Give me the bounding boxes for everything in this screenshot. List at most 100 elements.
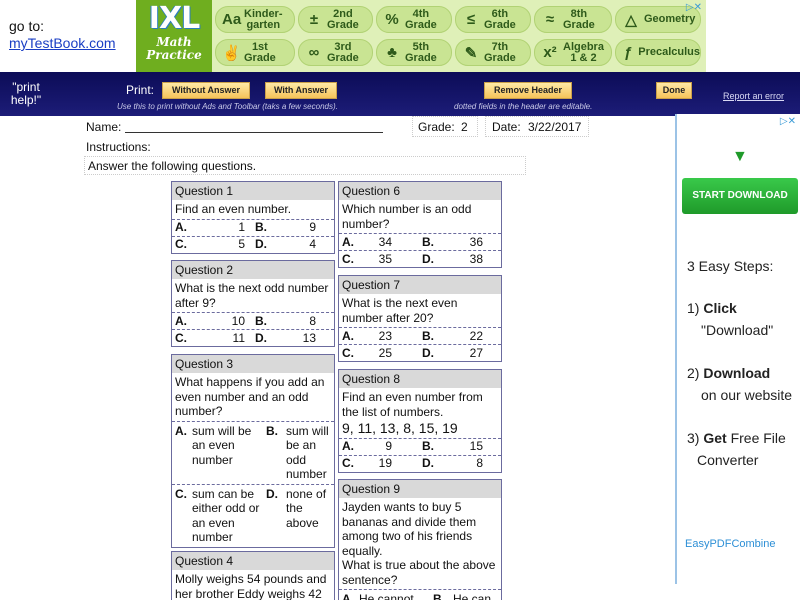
print-with-answer-button[interactable]: With Answer <box>265 82 337 99</box>
option-value: sum will be an odd number <box>286 423 329 482</box>
ixl-grade-label: Algebra 1 & 2 <box>563 40 604 64</box>
answer-row: C. 35 D. 38 <box>339 250 501 267</box>
ixl-grade-button[interactable]: % 4th Grade <box>376 6 452 33</box>
question-4: Question 4 Molly weighs 54 pounds and he… <box>171 551 335 600</box>
option-value: 38 <box>469 251 483 266</box>
option-label: C. <box>175 330 187 345</box>
option-value: 19 <box>378 456 392 471</box>
ixl-grade-icon: ∞ <box>308 44 320 61</box>
print-note: Use this to print without Ads and Toolba… <box>117 102 338 111</box>
ixl-grade-button[interactable]: ✎ 7th Grade <box>455 39 531 66</box>
ixl-grade-button[interactable]: ∞ 3rd Grade <box>298 39 373 66</box>
option-label: B. <box>422 439 434 454</box>
question-text: Find an even number from the list of num… <box>342 390 483 419</box>
step-1: 1) Click "Download" <box>687 297 773 341</box>
done-button[interactable]: Done <box>656 82 692 99</box>
option-label: C. <box>175 237 187 252</box>
remove-header-button[interactable]: Remove Header <box>484 82 572 99</box>
print-without-answer-button[interactable]: Without Answer <box>162 82 250 99</box>
ixl-banner-ad[interactable]: IXL Math Practice Aa Kinder- garten ±2nd G… <box>136 0 706 72</box>
step-detail: on our website <box>701 387 793 403</box>
print-toolbar: "print help!" Print: Without Answer With… <box>0 72 800 116</box>
step-detail: Free File <box>730 430 786 446</box>
ixl-grade-button[interactable]: x² Algebra 1 & 2 <box>534 39 612 66</box>
ixl-grade-icon: ≈ <box>545 11 555 28</box>
option-value: 34 <box>378 234 392 249</box>
start-download-button[interactable]: START DOWNLOAD <box>682 178 798 214</box>
ixl-grade-label: 5th Grade <box>405 40 437 64</box>
answer-row: A. 34 B. 36 <box>339 233 501 250</box>
option-label: D. <box>266 486 278 501</box>
option-label: C. <box>342 456 354 471</box>
ixl-grade-button[interactable]: ♣ 5th Grade <box>376 39 452 66</box>
question-text: Molly weighs 54 pounds and her brother E… <box>175 572 327 600</box>
ixl-grade-button[interactable]: ≤6th Grade <box>455 6 531 33</box>
question-3: Question 3 What happens if you add an ev… <box>171 354 335 548</box>
option-label: D. <box>422 251 434 266</box>
option-label: B. <box>266 423 278 438</box>
option-value: 8 <box>476 456 483 471</box>
option-value: 25 <box>378 345 392 360</box>
question-title: Question 3 <box>172 355 334 373</box>
ixl-grade-button[interactable]: ≈8th Grade <box>534 6 612 33</box>
option-label: C. <box>342 251 354 266</box>
step-action: Get <box>703 430 727 446</box>
option-label: A. <box>175 220 187 235</box>
step-detail-2: Converter <box>697 452 759 468</box>
step-3: 3) Get Free File Converter <box>687 427 786 471</box>
ixl-grade-button[interactable]: Aa Kinder- garten <box>215 6 295 33</box>
ixl-grade-label: 4th Grade <box>405 7 437 31</box>
option-label: A. <box>175 313 187 328</box>
option-value: 13 <box>302 330 316 345</box>
option-value: 11 <box>232 330 245 345</box>
option-value: He cannot <box>359 592 414 600</box>
option-label: B. <box>422 234 434 249</box>
ixl-grade-label: Precalculus <box>638 46 700 58</box>
option-value: none of the above <box>286 486 327 530</box>
option-value: He can <box>453 592 492 600</box>
option-value: 4 <box>309 237 316 252</box>
report-error-link[interactable]: Report an error <box>723 91 784 101</box>
grade-value: 2 <box>461 120 468 134</box>
ixl-grade-icon: ♣ <box>387 44 397 61</box>
option-label: D. <box>422 345 434 360</box>
ad-close-icon[interactable]: ▷✕ <box>686 2 702 13</box>
option-label: B. <box>255 313 267 328</box>
ixl-grade-button[interactable]: ✌ 1st Grade <box>215 39 295 66</box>
ixl-grade-icon: Aa <box>222 11 242 28</box>
ixl-grade-button[interactable]: ±2nd Grade <box>298 6 373 33</box>
option-value: 27 <box>469 345 483 360</box>
easypdfcombine-logo: EasyPDFCombine <box>685 538 776 550</box>
print-help-link[interactable]: "print help!" <box>8 81 44 107</box>
option-value: 10 <box>231 313 245 328</box>
question-1: Question 1 Find an even number. A. 1 B. 9 … <box>171 181 335 254</box>
option-label: D. <box>255 237 267 252</box>
question-8: Question 8 Find an even number from the … <box>338 369 502 473</box>
answer-row: A. 23 B. 22 <box>339 327 501 344</box>
option-value: 5 <box>238 237 245 252</box>
ixl-grade-icon: ƒ <box>623 44 633 61</box>
option-value: 9 <box>385 439 392 454</box>
download-side-ad[interactable]: ▷✕ ▼ START DOWNLOAD 3 Easy Steps: 1) Cli… <box>675 114 800 584</box>
print-label: Print: <box>126 83 155 97</box>
question-title: Question 4 <box>172 552 334 570</box>
ixl-grade-label: 8th Grade <box>563 7 595 31</box>
question-title: Question 1 <box>172 182 334 200</box>
ixl-grade-icon: x² <box>543 44 557 61</box>
option-value: 1 <box>238 220 245 235</box>
ixl-logo[interactable]: IXL Math Practice <box>136 0 212 72</box>
ad-close-icon[interactable]: ▷✕ <box>780 116 796 127</box>
question-text: Find an even number. <box>175 202 292 216</box>
mytestbook-link[interactable]: myTestBook.com <box>9 35 136 52</box>
question-text: What is the next odd number after 9? <box>175 281 329 310</box>
answer-row: A. 9 B. 15 <box>339 437 501 455</box>
option-label: A. <box>342 328 354 343</box>
question-6: Question 6 Which number is an odd number… <box>338 181 502 268</box>
option-value: sum can be either odd or an even number <box>192 486 260 545</box>
ixl-grade-button[interactable]: ƒ Precalculus <box>615 39 701 66</box>
instructions-label: Instructions: <box>86 140 151 154</box>
steps-title: 3 Easy Steps: <box>687 258 774 274</box>
answer-row: C. 11 D. 13 <box>172 329 334 346</box>
question-title: Question 2 <box>172 261 334 279</box>
name-field[interactable] <box>125 132 383 133</box>
